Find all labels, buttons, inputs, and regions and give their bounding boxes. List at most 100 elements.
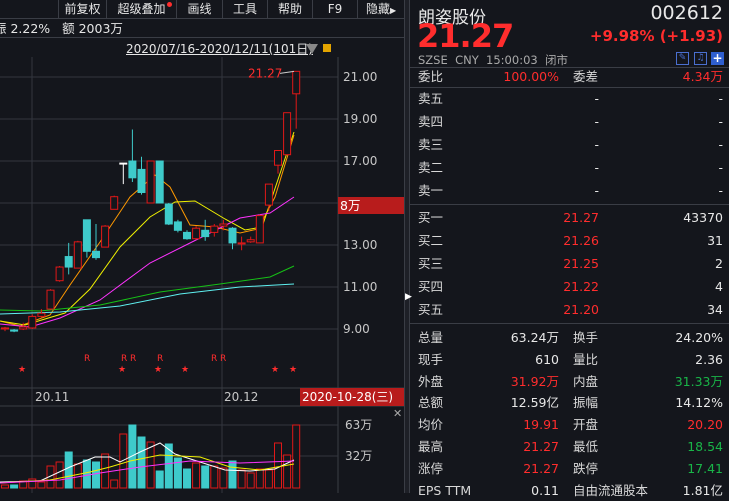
candle-body <box>55 266 64 282</box>
toolbar-fuquan-button[interactable]: 前复权 <box>58 0 106 19</box>
bell-icon[interactable]: ♫ <box>694 52 707 65</box>
bid-volume: 31 <box>707 233 723 248</box>
stat-label: 自由流通股本 <box>573 482 649 498</box>
bid-volume: 43370 <box>683 210 723 225</box>
r-marker: R <box>121 354 127 364</box>
stat-value: 31.33万 <box>674 373 723 389</box>
volume-bar <box>164 443 173 489</box>
volume-bar <box>292 424 301 489</box>
last-price: 21.27 <box>417 17 514 55</box>
date-range[interactable]: 2020/07/16-2020/12/11(101日) <box>126 40 313 57</box>
chart-panel[interactable]: 前复权 超级叠加 画线 工具 帮助 F9 隐藏▶ 振 2.22% 额 2003万… <box>0 0 404 493</box>
ask-volume: - <box>718 114 723 129</box>
stat-value: 63.24万 <box>510 330 559 345</box>
bid-row: 买二 21.26 31 <box>418 231 723 251</box>
stat-value: 610 <box>535 351 559 367</box>
candle-body <box>119 162 128 165</box>
info-line: 振 2.22% 额 2003万 <box>0 19 404 38</box>
stat-value: 0.11 <box>531 482 559 498</box>
r-marker: R <box>220 354 226 364</box>
toolbar-help-button[interactable]: 帮助 <box>267 0 312 19</box>
weicha-value: 4.34万 <box>682 69 723 84</box>
kline-chart[interactable]: 21.0019.0017.0015.0013.0011.009.0020.112… <box>0 57 404 493</box>
bid-volume: 34 <box>707 302 723 317</box>
volume-bar <box>64 451 73 489</box>
exchange: SZSE <box>418 53 448 67</box>
candle-body <box>274 150 282 166</box>
candle-body <box>237 242 246 245</box>
candle-body <box>82 219 91 252</box>
dropdown-triangle-icon[interactable] <box>306 44 318 54</box>
star-icon: ★ <box>18 365 26 375</box>
candle-body <box>173 221 182 231</box>
candle-body <box>183 231 191 240</box>
volume-bar <box>119 433 128 489</box>
stat-label: 最低 <box>573 439 599 454</box>
volume-bar <box>255 468 264 489</box>
price-tick-label: 11.00 <box>343 280 377 294</box>
stat-label: 外盘 <box>418 373 444 389</box>
amount: 额 2003万 <box>62 21 123 36</box>
date-tick-label: 20.12 <box>224 390 258 404</box>
market-meta: SZSE CNY 15:00:03 闭市 <box>418 52 568 68</box>
volume-bar <box>55 461 64 489</box>
volume-bar <box>183 468 191 489</box>
candle-body <box>192 227 201 240</box>
volume-bar <box>201 465 210 489</box>
add-icon[interactable]: + <box>711 52 724 65</box>
stat-value: 24.20% <box>675 330 723 345</box>
stat-label: 内盘 <box>573 373 599 389</box>
stat-value: 21.27 <box>523 460 559 476</box>
ma-line <box>0 196 295 328</box>
stat-label: 最高 <box>418 439 444 454</box>
r-marker: R <box>130 354 136 364</box>
stat-label: 换手 <box>573 330 599 345</box>
stat-label: 跌停 <box>573 460 599 476</box>
stat-label: 总量 <box>418 330 444 345</box>
candle-body <box>92 250 100 259</box>
ask-price: - <box>594 114 599 129</box>
stat-value: 2.36 <box>695 351 723 367</box>
candle-body <box>246 239 255 243</box>
toolbar-overlay-button[interactable]: 超级叠加 <box>106 0 176 19</box>
stat-row: 现手 610 量比 2.36 <box>418 350 723 370</box>
candle-body <box>10 329 19 332</box>
bid-label: 买二 <box>418 233 444 248</box>
price-tick-label: 21.00 <box>343 70 377 84</box>
toolbar-f9-button[interactable]: F9 <box>312 0 357 19</box>
toolbar-hide-button[interactable]: 隐藏▶ <box>357 0 404 19</box>
bid-label: 买五 <box>418 302 444 317</box>
volume-bar <box>237 469 246 489</box>
bid-row: 买四 21.22 4 <box>418 277 723 297</box>
toolbar-draw-button[interactable]: 画线 <box>176 0 222 19</box>
ask-price: - <box>594 160 599 175</box>
toolbar-tools-button[interactable]: 工具 <box>222 0 267 19</box>
notification-dot <box>167 2 172 7</box>
price-tick-label: 13.00 <box>343 238 377 252</box>
stat-value: 20.20 <box>687 417 723 433</box>
edit-icon[interactable]: ✎ <box>676 52 689 65</box>
candle-body <box>164 203 173 225</box>
lock-icon[interactable] <box>323 44 331 52</box>
close-icon[interactable]: ✕ <box>393 407 402 420</box>
weicha-label: 委差 <box>573 69 599 84</box>
ask-volume: - <box>718 137 723 152</box>
r-marker: R <box>211 354 217 364</box>
ask-row: 卖二 - - <box>418 158 723 178</box>
stat-value: 31.92万 <box>510 373 559 389</box>
bid-label: 买四 <box>418 279 444 294</box>
bid-row: 买三 21.25 2 <box>418 254 723 274</box>
bid-volume: 2 <box>715 256 723 271</box>
ask-price: - <box>594 91 599 106</box>
weibi-row: 委比 100.00% 委差 4.34万 <box>418 67 723 87</box>
bid-price: 21.26 <box>563 233 599 248</box>
cursor-date-label: 2020-10-28(三) <box>300 388 404 406</box>
star-icon: ★ <box>181 365 189 375</box>
volume-bar <box>137 436 146 489</box>
volume-tick-label: 32万 <box>345 449 372 463</box>
star-icon: ★ <box>118 365 126 375</box>
ask-row: 卖五 - - <box>418 89 723 109</box>
stat-row: 涨停 21.27 跌停 17.41 <box>418 459 723 479</box>
candle-body <box>73 241 82 269</box>
price-tick-label: 17.00 <box>343 154 377 168</box>
